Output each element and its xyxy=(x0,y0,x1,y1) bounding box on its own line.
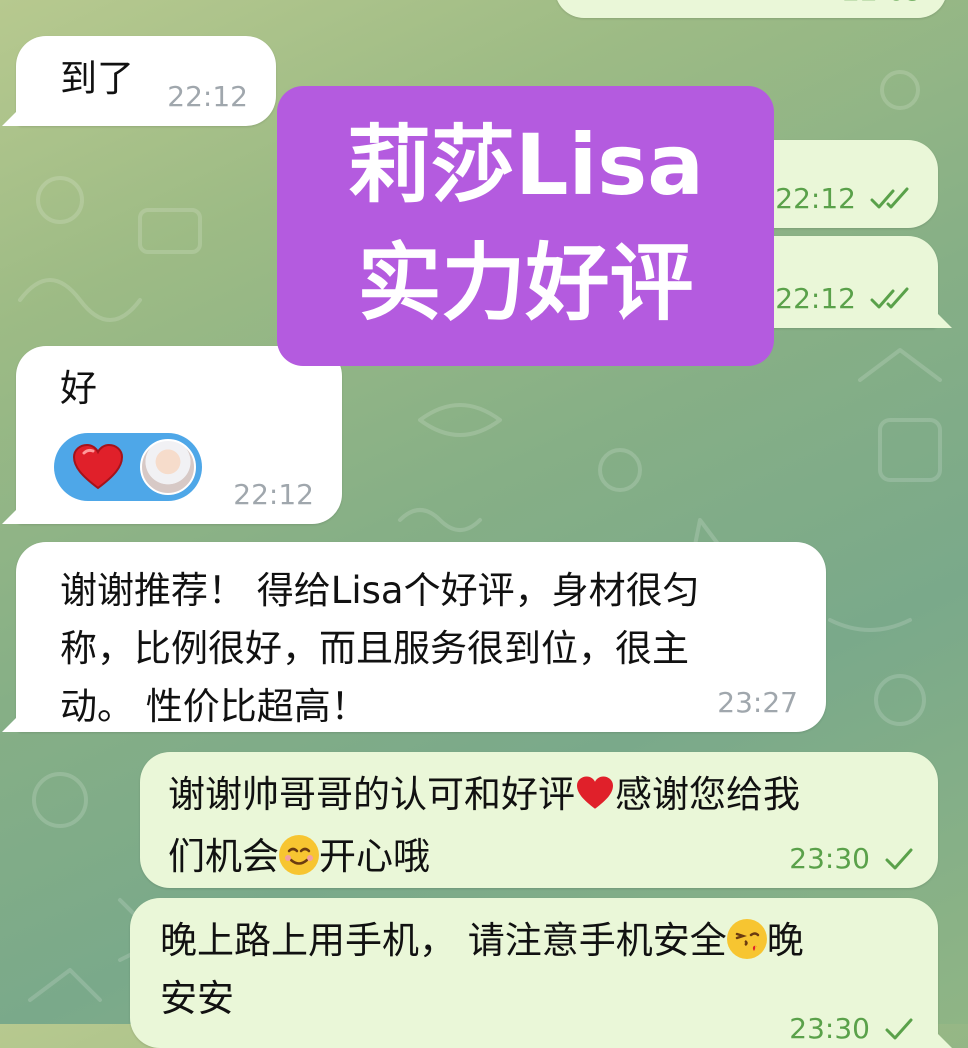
message-segment: 感谢您给我 xyxy=(615,773,800,816)
message-time: 22:12 xyxy=(775,282,856,315)
message-meta: 23:30 xyxy=(789,842,914,876)
message-text: 到了 xyxy=(60,57,134,100)
message-text: 谢谢推荐！ 得给Lisa个好评，身材很匀 称，比例很好，而且服务很到位，很主 动… xyxy=(60,562,700,736)
message-meta: 22:12 xyxy=(775,182,914,216)
message-segment: 开心哦 xyxy=(319,835,430,878)
message-line: 动。 性价比超高！ xyxy=(60,685,368,728)
message-time: 23:27 xyxy=(717,686,798,719)
message-meta: 23:30 xyxy=(789,1012,914,1046)
overlay-line-1: 莉莎Lisa xyxy=(346,116,704,214)
kissing-face-icon xyxy=(726,919,767,959)
message-meta: 22:09 xyxy=(842,0,923,8)
message-segment: 晚 xyxy=(766,919,804,962)
message-line: 安安 xyxy=(160,977,234,1020)
message-segment: 们机会 xyxy=(168,835,279,878)
single-check-icon xyxy=(884,847,914,871)
message-time: 22:09 xyxy=(842,0,923,8)
message-line: 称，比例很好，而且服务很到位，很主 xyxy=(60,627,689,670)
smiling-face-icon xyxy=(279,835,319,875)
message-text: 好 xyxy=(60,367,97,410)
double-check-icon xyxy=(870,287,914,311)
single-check-icon xyxy=(884,1017,914,1041)
message-time: 22:12 xyxy=(775,182,856,215)
message-text: 晚上路上用手机， 请注意手机安全晚 安安 xyxy=(160,912,804,1028)
message-bubble-incoming[interactable]: 到了 22:12 xyxy=(16,36,276,126)
heart-icon xyxy=(72,443,124,495)
double-check-icon xyxy=(870,187,914,211)
message-segment: 晚上路上用手机， 请注意手机安全 xyxy=(160,919,727,962)
avatar[interactable] xyxy=(140,439,196,495)
message-time: 23:30 xyxy=(789,1012,870,1045)
message-bubble-outgoing[interactable]: 晚上路上用手机， 请注意手机安全晚 安安 23:30 xyxy=(130,898,938,1048)
message-time: 23:30 xyxy=(789,842,870,875)
message-bubble-outgoing[interactable]: 谢谢帅哥哥的认可和好评 感谢您给我 们机会 开心哦 23:30 xyxy=(140,752,938,888)
message-meta: 22:12 xyxy=(775,282,914,316)
overlay-line-2: 实力好评 xyxy=(357,234,694,332)
message-bubble-outgoing[interactable]: 22:09 xyxy=(555,0,947,18)
message-text: 谢谢帅哥哥的认可和好评 感谢您给我 们机会 开心哦 xyxy=(168,766,800,886)
message-time: 22:12 xyxy=(167,80,248,113)
message-line: 谢谢推荐！ 得给Lisa个好评，身材很匀 xyxy=(60,569,700,612)
heart-icon xyxy=(575,770,615,828)
reaction-chip[interactable] xyxy=(54,433,202,501)
message-bubble-incoming[interactable]: 谢谢推荐！ 得给Lisa个好评，身材很匀 称，比例很好，而且服务很到位，很主 动… xyxy=(16,542,826,732)
promo-overlay-label: 莉莎Lisa 实力好评 xyxy=(277,86,774,366)
message-time: 22:12 xyxy=(233,478,314,511)
message-segment: 谢谢帅哥哥的认可和好评 xyxy=(168,773,575,816)
